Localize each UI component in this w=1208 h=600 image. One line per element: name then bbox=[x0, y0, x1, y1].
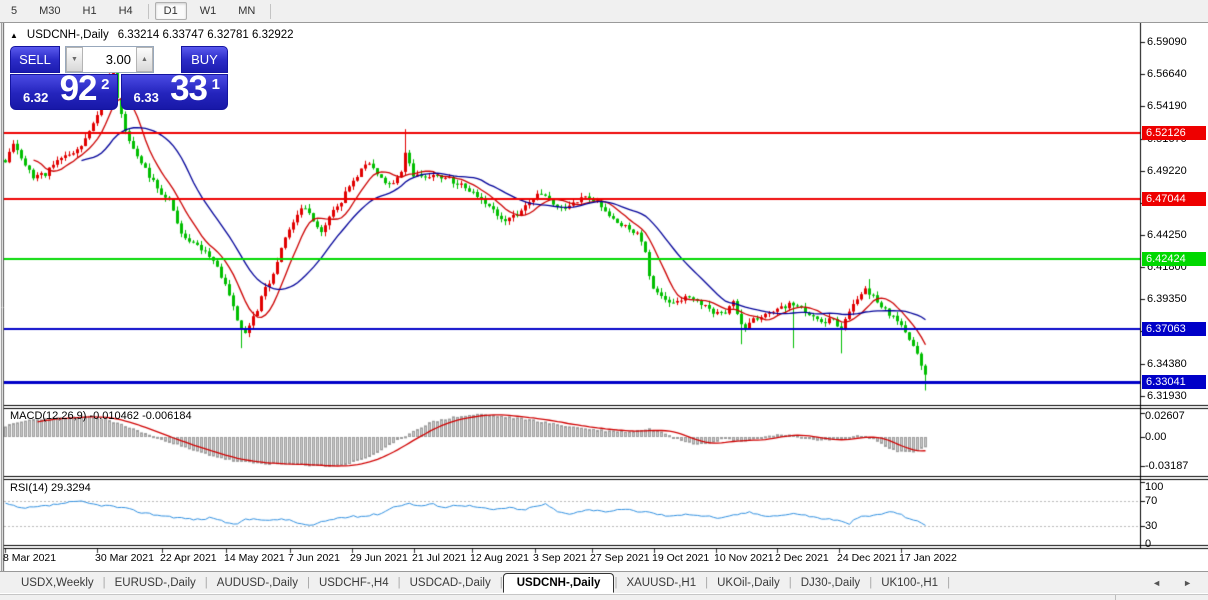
date-axis-label: 27 Sep 2021 bbox=[590, 552, 650, 564]
macd-axis-tick: 0.02607 bbox=[1145, 410, 1185, 422]
one-click-trade-panel: SELL ▼ 3.00 ▲ BUY 6.32 92 2 6.33 33 1 bbox=[10, 46, 228, 110]
chart-tab-xauusd--h1[interactable]: XAUUSD-,H1 bbox=[617, 574, 705, 592]
tab-separator: | bbox=[947, 576, 951, 589]
chart-tab-bar: USDX,Weekly | EURUSD-,Daily | AUDUSD-,Daily |… bbox=[0, 571, 1208, 593]
sell-price-pip: 2 bbox=[101, 76, 110, 93]
sell-quote-box[interactable]: 6.32 92 2 bbox=[10, 69, 118, 110]
timeframe-button-d1[interactable]: D1 bbox=[154, 2, 187, 20]
chart-tab-uk100--h1[interactable]: UK100-,H1 bbox=[872, 574, 947, 592]
chart-tab-ukoil--daily[interactable]: UKOil-,Daily bbox=[708, 574, 789, 592]
chart-tab-usdchf--h4[interactable]: USDCHF-,H4 bbox=[310, 574, 398, 592]
date-axis-label: 7 Jun 2021 bbox=[288, 552, 340, 564]
date-axis-label: 17 Jan 2022 bbox=[899, 552, 957, 564]
collapse-chart-icon[interactable]: ▲ bbox=[10, 31, 18, 40]
timeframe-button-h1[interactable]: H1 bbox=[74, 2, 106, 20]
timeframe-button-m30[interactable]: M30 bbox=[30, 2, 69, 20]
price-line-badge[interactable]: 6.33041 bbox=[1142, 375, 1206, 389]
timeframe-button-w1[interactable]: W1 bbox=[191, 2, 226, 20]
price-axis-tick: 6.56640 bbox=[1147, 68, 1187, 80]
chart-tab-usdcad--daily[interactable]: USDCAD-,Daily bbox=[401, 574, 500, 592]
chart-tab-eurusd--daily[interactable]: EURUSD-,Daily bbox=[106, 574, 205, 592]
toolbar-separator bbox=[147, 3, 149, 19]
rsi-axis-tick: 0 bbox=[1145, 538, 1152, 550]
rsi-indicator-label: RSI(14) 29.3294 bbox=[10, 482, 91, 494]
timeframe-button-5[interactable]: 5 bbox=[2, 2, 26, 20]
date-axis-label: 8 Mar 2021 bbox=[3, 552, 57, 564]
date-axis-label: 14 May 2021 bbox=[224, 552, 285, 564]
price-axis-tick: 6.44250 bbox=[1147, 229, 1187, 241]
rsi-axis-tick: 100 bbox=[1145, 481, 1164, 493]
status-bar-divider bbox=[1115, 595, 1116, 600]
date-axis-label: 2 Dec 2021 bbox=[775, 552, 829, 564]
sell-price-base: 6.32 bbox=[23, 90, 49, 105]
chart-tab-usdcnh--daily[interactable]: USDCNH-,Daily bbox=[502, 572, 615, 593]
date-axis-label: 12 Aug 2021 bbox=[470, 552, 529, 564]
chart-symbol-title: USDCNH-,Daily bbox=[26, 29, 109, 41]
price-axis-tick: 6.49220 bbox=[1147, 165, 1187, 177]
date-axis-label: 19 Oct 2021 bbox=[652, 552, 710, 564]
price-axis-tick: 6.31930 bbox=[1147, 390, 1187, 402]
volume-up-button[interactable]: ▲ bbox=[136, 47, 153, 72]
price-axis-tick: 6.54190 bbox=[1147, 100, 1187, 112]
price-line-badge[interactable]: 6.47044 bbox=[1142, 192, 1206, 206]
chart-ohlc-values: 6.33214 6.33747 6.32781 6.32922 bbox=[117, 29, 294, 41]
sell-price-big: 92 bbox=[59, 69, 98, 108]
date-axis-label: 24 Dec 2021 bbox=[837, 552, 897, 564]
timeframe-button-mn[interactable]: MN bbox=[229, 2, 264, 20]
trading-platform-window: 5 M30 H1 H4 D1 W1 MN ▲ USDCNH-,Daily 6.33214 6… bbox=[0, 0, 1208, 600]
buy-price-big: 33 bbox=[170, 69, 208, 108]
date-axis-label: 21 Jul 2021 bbox=[412, 552, 467, 564]
status-bar bbox=[0, 594, 1208, 600]
timeframe-button-h4[interactable]: H4 bbox=[110, 2, 142, 20]
date-axis-label: 22 Apr 2021 bbox=[160, 552, 217, 564]
macd-axis-tick: 0.00 bbox=[1145, 431, 1167, 443]
date-axis-label: 29 Jun 2021 bbox=[350, 552, 408, 564]
price-axis-tick: 6.39350 bbox=[1147, 293, 1187, 305]
buy-price-pip: 1 bbox=[211, 76, 220, 93]
date-axis-label: 10 Nov 2021 bbox=[714, 552, 774, 564]
toolbar-separator bbox=[270, 3, 272, 19]
price-line-badge[interactable]: 6.52126 bbox=[1142, 126, 1206, 140]
macd-indicator-label: MACD(12,26,9) -0.010462 -0.006184 bbox=[10, 410, 192, 422]
tab-scroll-left-icon[interactable]: ◄ bbox=[1152, 578, 1161, 588]
price-line-badge[interactable]: 6.42424 bbox=[1142, 252, 1206, 266]
rsi-axis-tick: 70 bbox=[1145, 495, 1158, 507]
price-line-badge[interactable]: 6.37063 bbox=[1142, 322, 1206, 336]
chart-tab-dj30--daily[interactable]: DJ30-,Daily bbox=[792, 574, 869, 592]
chart-tab-usdx-weekly[interactable]: USDX,Weekly bbox=[12, 574, 103, 592]
timeframe-toolbar: 5 M30 H1 H4 D1 W1 MN bbox=[0, 0, 1208, 23]
chart-title-row: ▲ USDCNH-,Daily 6.33214 6.33747 6.32781 … bbox=[10, 29, 294, 41]
buy-quote-box[interactable]: 6.33 33 1 bbox=[120, 69, 228, 110]
rsi-axis-tick: 30 bbox=[1145, 520, 1158, 532]
price-axis-tick: 6.59090 bbox=[1147, 36, 1187, 48]
date-axis-label: 30 Mar 2021 bbox=[95, 552, 154, 564]
macd-axis-tick: -0.03187 bbox=[1145, 460, 1189, 472]
chart-tab-audusd--daily[interactable]: AUDUSD-,Daily bbox=[208, 574, 307, 592]
date-axis-label: 3 Sep 2021 bbox=[533, 552, 587, 564]
price-axis-tick: 6.34380 bbox=[1147, 358, 1187, 370]
tab-scroll-right-icon[interactable]: ► bbox=[1183, 578, 1192, 588]
buy-price-base: 6.33 bbox=[133, 90, 159, 105]
sell-button[interactable]: SELL bbox=[10, 46, 60, 73]
